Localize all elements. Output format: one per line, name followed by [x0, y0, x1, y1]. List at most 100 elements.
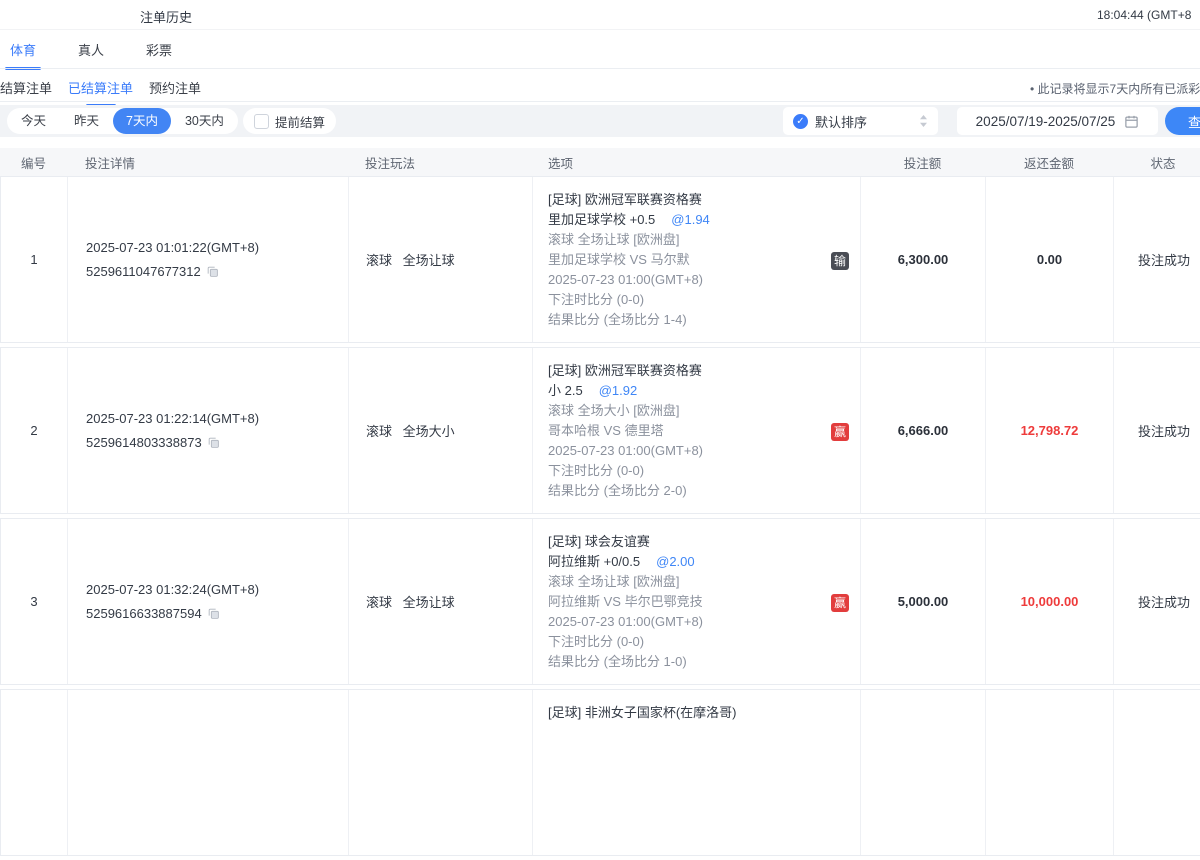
filter-7days-button[interactable]: 7天内: [113, 108, 171, 134]
server-time: 18:04:44 (GMT+8: [1097, 8, 1191, 22]
stake-amount: [861, 690, 986, 855]
subtab-reserved[interactable]: 预约注单: [149, 76, 201, 107]
market-info: 滚球 全场让球 [欧洲盘]: [548, 230, 820, 250]
bet-time: 2025-07-23 01:32:24(GMT+8): [86, 578, 348, 602]
table-row: [足球] 非洲女子国家杯(在摩洛哥): [0, 689, 1200, 856]
league-name: [足球] 欧洲冠军联赛资格赛: [548, 361, 820, 381]
bet-detail-cell: 2025-07-23 01:32:24(GMT+8) 5259616633887…: [68, 519, 349, 684]
order-id: 5259614803338873: [86, 431, 202, 455]
score-at-bet: 下注时比分 (0-0): [548, 290, 820, 310]
option-cell: [足球] 欧洲冠军联赛资格赛 里加足球学校 +0.5 @1.94 滚球 全场让球 …: [533, 177, 861, 342]
stake-amount: 5,000.00: [861, 519, 986, 684]
search-button[interactable]: 查询: [1165, 107, 1200, 135]
order-id: 5259616633887594: [86, 602, 202, 626]
divider: [0, 101, 1200, 102]
page-title: 注单历史: [140, 7, 192, 26]
play-type: 滚球 全场让球: [349, 177, 533, 342]
row-number: [1, 690, 68, 855]
win-badge: 赢: [831, 594, 849, 612]
filter-yesterday-button[interactable]: 昨天: [60, 108, 113, 134]
column-header-status: 状态: [1113, 153, 1200, 172]
market-info: 滚球 全场让球 [欧洲盘]: [548, 572, 820, 592]
filter-today-button[interactable]: 今天: [7, 108, 60, 134]
league-name: [足球] 球会友谊赛: [548, 532, 820, 552]
copy-icon[interactable]: [206, 265, 219, 278]
option-cell: [足球] 欧洲冠军联赛资格赛 小 2.5@1.92 滚球 全场大小 [欧洲盘] …: [533, 348, 861, 513]
odds-value: @1.92: [599, 383, 638, 398]
date-quick-filters: 今天 昨天 7天内 30天内: [7, 108, 238, 134]
subtab-settled[interactable]: 已结算注单: [68, 76, 133, 107]
order-id: 5259611047677312: [86, 260, 201, 284]
column-header-option: 选项: [532, 153, 860, 172]
table-row: 3 2025-07-23 01:32:24(GMT+8) 52596166338…: [0, 518, 1200, 685]
top-bar: 注单历史 18:04:44 (GMT+8: [0, 0, 1200, 30]
play-type: 滚球 全场让球: [349, 519, 533, 684]
match-teams: 阿拉维斯 VS 毕尔巴鄂竞技: [548, 592, 820, 612]
pick-name: 阿拉维斯 +0/0.5: [548, 554, 640, 569]
lose-badge: 输: [831, 252, 849, 270]
result-score: 结果比分 (全场比分 1-0): [548, 652, 820, 672]
column-header-detail: 投注详情: [67, 153, 348, 172]
payout-amount: 12,798.72: [986, 348, 1114, 513]
copy-icon[interactable]: [207, 607, 220, 620]
stake-amount: 6,666.00: [861, 348, 986, 513]
payout-amount: 10,000.00: [986, 519, 1114, 684]
copy-icon[interactable]: [207, 436, 220, 449]
early-settlement-label: 提前结算: [275, 112, 325, 131]
payout-amount: 0.00: [986, 177, 1114, 342]
bet-time: 2025-07-23 01:22:14(GMT+8): [86, 407, 348, 431]
settlement-subtabs: 未结算注单 已结算注单 预约注单: [0, 76, 201, 107]
sort-select-value: 默认排序: [815, 112, 867, 131]
table-row: 2 2025-07-23 01:22:14(GMT+8) 52596148033…: [0, 347, 1200, 514]
bet-time: 2025-07-23 01:01:22(GMT+8): [86, 236, 348, 260]
score-at-bet: 下注时比分 (0-0): [548, 632, 820, 652]
column-header-stake: 投注额: [860, 153, 985, 172]
match-teams: 哥本哈根 VS 德里塔: [548, 421, 820, 441]
play-type: [349, 690, 533, 855]
record-notice: • 此记录将显示7天内所有已派彩的: [1030, 80, 1200, 97]
result-score: 结果比分 (全场比分 2-0): [548, 481, 820, 501]
row-number: 1: [1, 177, 68, 342]
row-number: 2: [1, 348, 68, 513]
table-row: 1 2025-07-23 01:01:22(GMT+8) 52596110476…: [0, 176, 1200, 343]
play-type: 滚球 全场大小: [349, 348, 533, 513]
option-cell: [足球] 球会友谊赛 阿拉维斯 +0/0.5 @2.00 滚球 全场让球 [欧洲盘…: [533, 519, 861, 684]
bet-status: [1114, 690, 1200, 855]
date-range-input[interactable]: 2025/07/19-2025/07/25: [957, 107, 1158, 135]
column-header-payout: 返还金额: [985, 153, 1113, 172]
odds-value: @1.94: [671, 212, 710, 227]
league-name: [足球] 欧洲冠军联赛资格赛: [548, 190, 820, 210]
subtab-unsettled[interactable]: 未结算注单: [0, 76, 52, 107]
column-header-play: 投注玩法: [348, 153, 532, 172]
calendar-icon: [1124, 114, 1139, 129]
early-settlement-checkbox[interactable]: [254, 114, 269, 129]
match-time: 2025-07-23 01:00(GMT+8): [548, 441, 820, 461]
market-info: 滚球 全场大小 [欧洲盘]: [548, 401, 820, 421]
bet-detail-cell: 2025-07-23 01:01:22(GMT+8) 5259611047677…: [68, 177, 349, 342]
match-time: 2025-07-23 01:00(GMT+8): [548, 270, 820, 290]
bet-status: 投注成功: [1114, 177, 1200, 342]
pick-name: 里加足球学校 +0.5: [548, 212, 655, 227]
bet-history-table: 编号 投注详情 投注玩法 选项 投注额 返还金额 状态 1 2025-07-23…: [0, 148, 1200, 860]
bet-detail-cell: 2025-07-23 01:22:14(GMT+8) 5259614803338…: [68, 348, 349, 513]
divider: [0, 68, 1200, 69]
bet-status: 投注成功: [1114, 519, 1200, 684]
match-time: 2025-07-23 01:00(GMT+8): [548, 612, 820, 632]
pick-name: 小 2.5: [548, 383, 583, 398]
table-header-row: 编号 投注详情 投注玩法 选项 投注额 返还金额 状态: [0, 148, 1200, 176]
league-name: [足球] 非洲女子国家杯(在摩洛哥): [548, 703, 820, 723]
sort-select[interactable]: ✓ 默认排序: [783, 107, 938, 135]
early-settlement-filter[interactable]: 提前结算: [243, 108, 336, 134]
odds-value: @2.00: [656, 554, 695, 569]
bet-status: 投注成功: [1114, 348, 1200, 513]
score-at-bet: 下注时比分 (0-0): [548, 461, 820, 481]
result-score: 结果比分 (全场比分 1-4): [548, 310, 820, 330]
row-number: 3: [1, 519, 68, 684]
filter-bar: 今天 昨天 7天内 30天内 提前结算 ✓ 默认排序 2025/07/19-20…: [0, 105, 1200, 137]
payout-amount: [986, 690, 1114, 855]
sort-order-icon: [919, 114, 928, 128]
bet-detail-cell: [68, 690, 349, 855]
date-range-value: 2025/07/19-2025/07/25: [976, 114, 1116, 129]
match-teams: 里加足球学校 VS 马尔默: [548, 250, 820, 270]
filter-30days-button[interactable]: 30天内: [171, 108, 238, 134]
